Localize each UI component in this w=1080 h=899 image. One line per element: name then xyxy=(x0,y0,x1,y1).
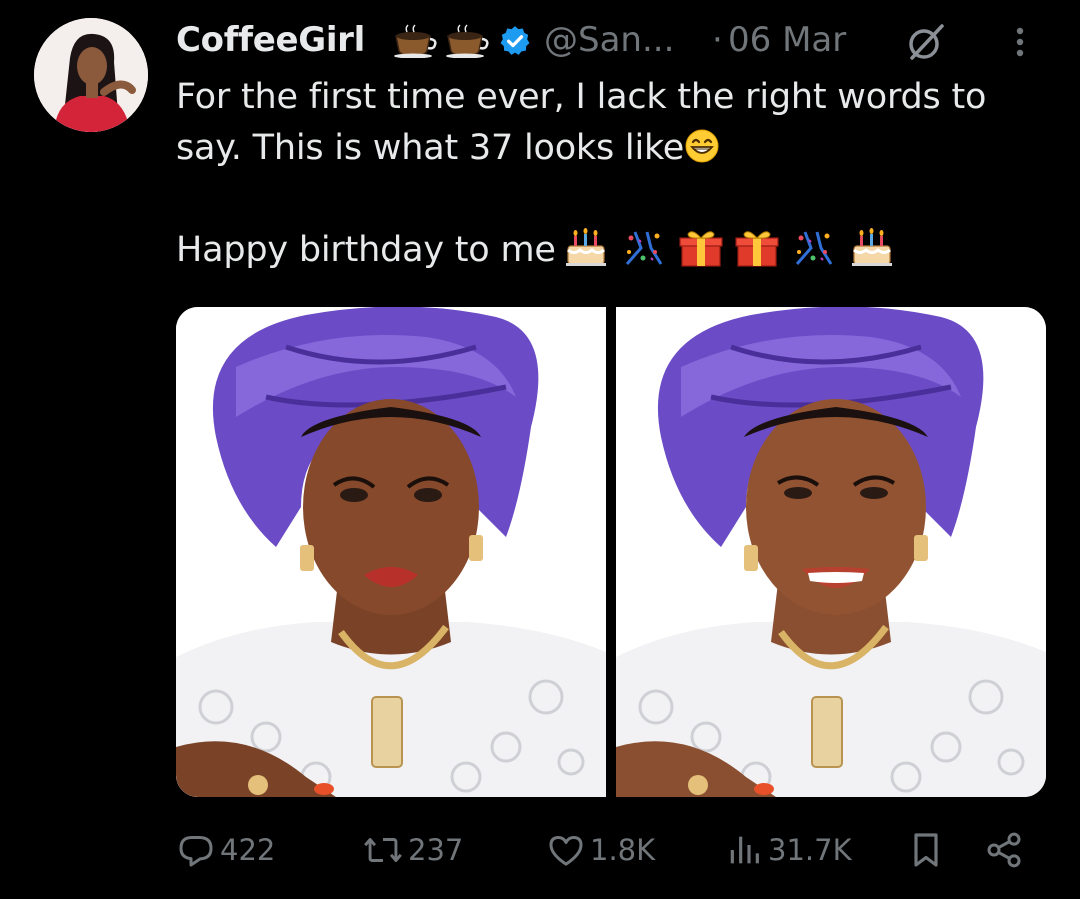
birthday-cake-icon xyxy=(852,228,893,266)
views-chart-icon xyxy=(730,836,759,864)
gift-icon xyxy=(735,231,780,267)
tweet-actions: 422 237 1.8K 31.7K xyxy=(176,822,1056,878)
display-name[interactable]: CoffeeGirl xyxy=(176,20,365,60)
timestamp[interactable]: 06 Mar xyxy=(728,20,846,60)
reply-count: 422 xyxy=(220,833,276,867)
views-count: 31.7K xyxy=(768,833,852,867)
gift-icon xyxy=(678,231,723,267)
tweet-header: CoffeeGirl @San... · 06 Mar xyxy=(176,16,1056,68)
tweet-text: For the first time ever, I lack the righ… xyxy=(176,72,1056,276)
name-emojis xyxy=(392,24,494,59)
tweet-text-line-2-text: say. This is what 37 looks like xyxy=(176,128,685,168)
heart-icon xyxy=(549,836,583,866)
share-icon xyxy=(987,832,1021,868)
grinning-face-icon xyxy=(685,129,719,163)
birthday-emojis xyxy=(562,228,897,268)
tweet-text-line-2: say. This is what 37 looks like xyxy=(176,123,1056,174)
verified-badge-icon[interactable] xyxy=(498,24,532,58)
more-options-icon[interactable] xyxy=(1008,24,1032,60)
reply-icon xyxy=(179,836,213,867)
confetti-icon xyxy=(796,231,833,265)
repost-button[interactable]: 237 xyxy=(362,822,463,878)
like-count: 1.8K xyxy=(590,833,656,867)
birthday-cake-icon xyxy=(565,228,606,266)
media-photo-2[interactable] xyxy=(616,307,1046,797)
bookmark-icon xyxy=(914,833,938,867)
avatar[interactable] xyxy=(34,18,148,132)
repost-icon xyxy=(364,838,402,862)
grok-icon[interactable] xyxy=(904,20,948,64)
coffee-cup-icon xyxy=(394,24,489,59)
like-button[interactable]: 1.8K xyxy=(546,822,655,878)
reply-button[interactable]: 422 xyxy=(176,822,275,878)
tweet-text-line-3-text: Happy birthday to me xyxy=(176,230,556,270)
handle[interactable]: @San... xyxy=(544,20,674,60)
share-button[interactable] xyxy=(984,822,1024,878)
tweet-text-line-3: Happy birthday to me xyxy=(176,225,1056,276)
bookmark-button[interactable] xyxy=(908,822,944,878)
views-button[interactable]: 31.7K xyxy=(724,822,852,878)
tweet-text-line-1: For the first time ever, I lack the righ… xyxy=(176,77,987,117)
separator-dot: · xyxy=(712,20,723,60)
confetti-icon xyxy=(625,231,662,265)
repost-count: 237 xyxy=(408,833,464,867)
media-photo-1[interactable] xyxy=(176,307,606,797)
tweet-media xyxy=(176,307,1046,797)
